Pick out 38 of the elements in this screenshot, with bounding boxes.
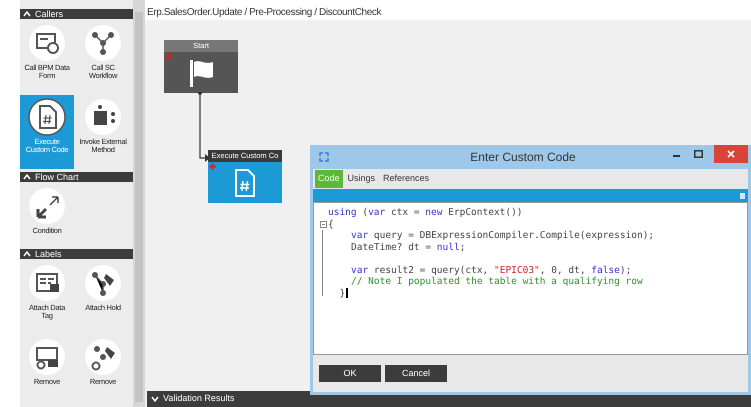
section-header[interactable]: Labels [20,249,133,259]
pin-icon [740,192,745,198]
section-header[interactable]: Flow Chart [20,172,133,182]
code-line: var query = DBExpressionCompiler.Compile(expression); [350,230,654,242]
breadcrumb: Erp.SalesOrder.Update / Pre-Processing / DiscountCheck [145,0,751,20]
connector-line [197,92,211,164]
section-header[interactable]: Callers [20,9,133,19]
dialog-tab[interactable]: References [380,170,432,188]
minimize-icon [672,155,680,157]
code-line: { [328,218,334,230]
dialog-tab[interactable]: Usings [344,170,378,188]
code-line: } [338,288,346,299]
code-line: DateTime? dt = null; [350,242,466,253]
code-editor[interactable] [313,202,748,355]
fold-icon [320,220,326,228]
form-icon [28,24,66,62]
collapse-icon [151,396,159,402]
maximize-button[interactable] [692,147,704,161]
window-icon [319,152,329,162]
section-title: Callers [35,9,64,19]
code-file-icon [233,168,257,198]
condition-icon [28,187,66,225]
code-icon [28,98,66,136]
close-button[interactable] [714,145,748,163]
plus-icon [209,163,216,170]
code-line: using (var ctx = new ErpContext()) [328,207,523,218]
maximize-icon [694,150,702,158]
text-cursor [346,288,348,298]
section-title: Flow Chart [35,172,79,182]
close-icon [727,150,735,158]
plus-icon [165,53,172,60]
dialog-button[interactable]: OK [319,365,381,382]
code-comment: // Note I populated the table with a qualifying row [350,276,643,288]
dialog-button[interactable]: Cancel [385,365,447,382]
code-line: var result2 = query(ctx, "EPIC03", 0, dt, false); [350,264,632,276]
section-title: Labels [35,249,62,259]
dialog-title: Enter Custom Code [469,149,577,166]
panel-title: Validation Results [163,392,234,406]
